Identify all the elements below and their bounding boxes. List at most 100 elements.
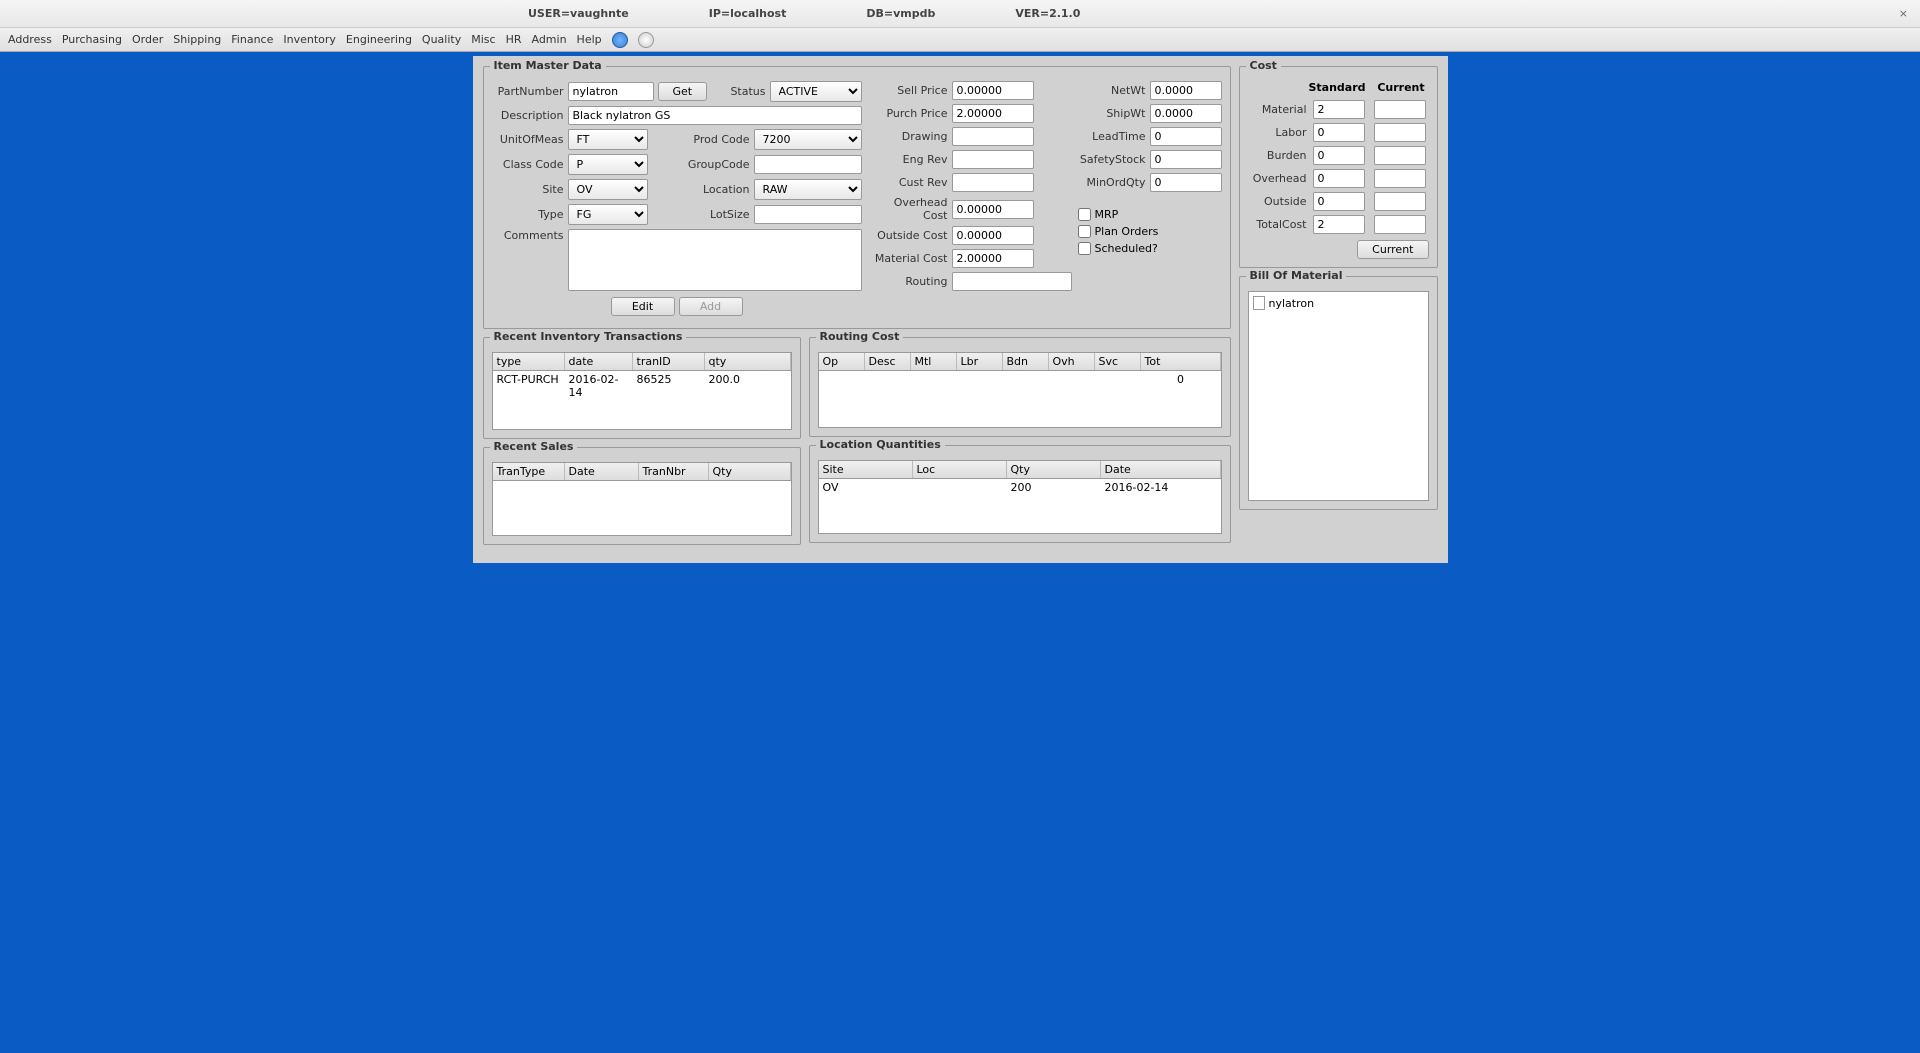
lbl-safetystock: SafetyStock <box>1078 153 1146 166</box>
cur-material[interactable] <box>1374 100 1426 119</box>
std-labor[interactable] <box>1313 123 1365 142</box>
refresh-icon[interactable] <box>638 32 654 48</box>
comments-input[interactable] <box>568 229 862 291</box>
cur-outside[interactable] <box>1374 192 1426 211</box>
scheduled-checkbox[interactable] <box>1078 242 1091 255</box>
custrev-input[interactable] <box>952 173 1034 192</box>
menu-bar: Address Purchasing Order Shipping Financ… <box>0 28 1920 52</box>
menu-engineering[interactable]: Engineering <box>346 33 412 46</box>
desktop: Item Master Data PartNumber Get Status A… <box>0 52 1920 1053</box>
info-db: DB=vmpdb <box>866 7 935 20</box>
location-select[interactable]: RAW <box>754 179 862 200</box>
panel-title: Location Quantities <box>816 438 945 451</box>
panel-title: Recent Sales <box>490 440 578 453</box>
lbl-planorders: Plan Orders <box>1095 225 1159 238</box>
lbl-description: Description <box>492 109 564 122</box>
menu-address[interactable]: Address <box>8 33 52 46</box>
col-date: Date <box>565 463 639 480</box>
edit-button[interactable]: Edit <box>611 297 675 316</box>
col-svc: Svc <box>1095 353 1141 370</box>
type-select[interactable]: FG <box>568 204 648 225</box>
bom-root[interactable]: nylatron <box>1269 297 1315 310</box>
menu-shipping[interactable]: Shipping <box>173 33 221 46</box>
table-row[interactable]: RCT-PURCH 2016-02-14 86525 200.0 <box>493 371 791 401</box>
panel-title: Item Master Data <box>490 59 606 72</box>
overheadcost-input[interactable] <box>952 200 1034 219</box>
menu-inventory[interactable]: Inventory <box>283 33 336 46</box>
info-ip: IP=localhost <box>709 7 787 20</box>
current-button[interactable]: Current <box>1357 240 1428 259</box>
lbl-site: Site <box>492 183 564 196</box>
planorders-checkbox[interactable] <box>1078 225 1091 238</box>
lbl-routing: Routing <box>870 275 948 288</box>
lbl-minordqty: MinOrdQty <box>1078 176 1146 189</box>
bom-panel: Bill Of Material nylatron <box>1239 276 1438 510</box>
menu-hr[interactable]: HR <box>506 33 522 46</box>
menu-admin[interactable]: Admin <box>531 33 566 46</box>
std-outside[interactable] <box>1313 192 1365 211</box>
mrp-checkbox[interactable] <box>1078 208 1091 221</box>
description-input[interactable] <box>568 106 862 125</box>
std-burden[interactable] <box>1313 146 1365 165</box>
inv-trans-table[interactable]: type date tranID qty RCT-PURCH 2016-02-1… <box>492 352 792 430</box>
col-bdn: Bdn <box>1003 353 1049 370</box>
engrev-input[interactable] <box>952 150 1034 169</box>
menu-order[interactable]: Order <box>132 33 163 46</box>
menu-help[interactable]: Help <box>577 33 602 46</box>
materialcost-input[interactable] <box>952 249 1034 268</box>
cur-total[interactable] <box>1374 215 1426 234</box>
locqty-table[interactable]: Site Loc Qty Date OV 200 2016-02-14 <box>818 460 1222 534</box>
table-row[interactable]: OV 200 2016-02-14 <box>819 479 1221 496</box>
routing-cost-panel: Routing Cost Op Desc Mtl Lbr Bdn Ovh Svc… <box>809 337 1231 437</box>
back-icon[interactable] <box>612 32 628 48</box>
uom-select[interactable]: FT <box>568 129 648 150</box>
outsidecost-input[interactable] <box>952 226 1034 245</box>
lbl-classcode: Class Code <box>492 158 564 171</box>
menu-finance[interactable]: Finance <box>231 33 273 46</box>
get-button[interactable]: Get <box>658 82 708 101</box>
lotsize-input[interactable] <box>754 205 862 224</box>
prodcode-select[interactable]: 7200 <box>754 129 862 150</box>
cur-burden[interactable] <box>1374 146 1426 165</box>
sellprice-input[interactable] <box>952 81 1034 100</box>
routing-input[interactable] <box>952 272 1072 291</box>
add-button: Add <box>679 297 743 316</box>
site-select[interactable]: OV <box>568 179 648 200</box>
col-date: date <box>565 353 633 370</box>
drawing-input[interactable] <box>952 127 1034 146</box>
purchprice-input[interactable] <box>952 104 1034 123</box>
std-total[interactable] <box>1313 215 1365 234</box>
col-ovh: Ovh <box>1049 353 1095 370</box>
leadtime-input[interactable] <box>1150 127 1222 146</box>
hdr-current: Current <box>1374 81 1429 94</box>
menu-purchasing[interactable]: Purchasing <box>62 33 122 46</box>
groupcode-input[interactable] <box>754 155 862 174</box>
safetystock-input[interactable] <box>1150 150 1222 169</box>
col-trannbr: TranNbr <box>639 463 709 480</box>
panel-title: Bill Of Material <box>1246 269 1347 282</box>
partnumber-input[interactable] <box>568 82 654 101</box>
close-icon[interactable]: × <box>1895 7 1912 20</box>
shipwt-input[interactable] <box>1150 104 1222 123</box>
lbl-lotsize: LotSize <box>682 208 750 221</box>
col-lbr: Lbr <box>957 353 1003 370</box>
panel-title: Cost <box>1246 59 1281 72</box>
bom-tree[interactable]: nylatron <box>1248 291 1429 501</box>
netwt-input[interactable] <box>1150 81 1222 100</box>
document-icon <box>1253 296 1265 310</box>
cur-labor[interactable] <box>1374 123 1426 142</box>
lbl-location: Location <box>682 183 750 196</box>
cur-overhead[interactable] <box>1374 169 1426 188</box>
sales-table[interactable]: TranType Date TranNbr Qty <box>492 462 792 536</box>
classcode-select[interactable]: P <box>568 154 648 175</box>
lbl-scheduled: Scheduled? <box>1095 242 1158 255</box>
status-select[interactable]: ACTIVE <box>770 81 862 102</box>
lbl-overhead: Overhead <box>1252 172 1307 185</box>
std-overhead[interactable] <box>1313 169 1365 188</box>
minordqty-input[interactable] <box>1150 173 1222 192</box>
menu-quality[interactable]: Quality <box>422 33 461 46</box>
routing-table[interactable]: Op Desc Mtl Lbr Bdn Ovh Svc Tot 0 <box>818 352 1222 428</box>
menu-misc[interactable]: Misc <box>471 33 495 46</box>
lbl-uom: UnitOfMeas <box>492 133 564 146</box>
std-material[interactable] <box>1313 100 1365 119</box>
